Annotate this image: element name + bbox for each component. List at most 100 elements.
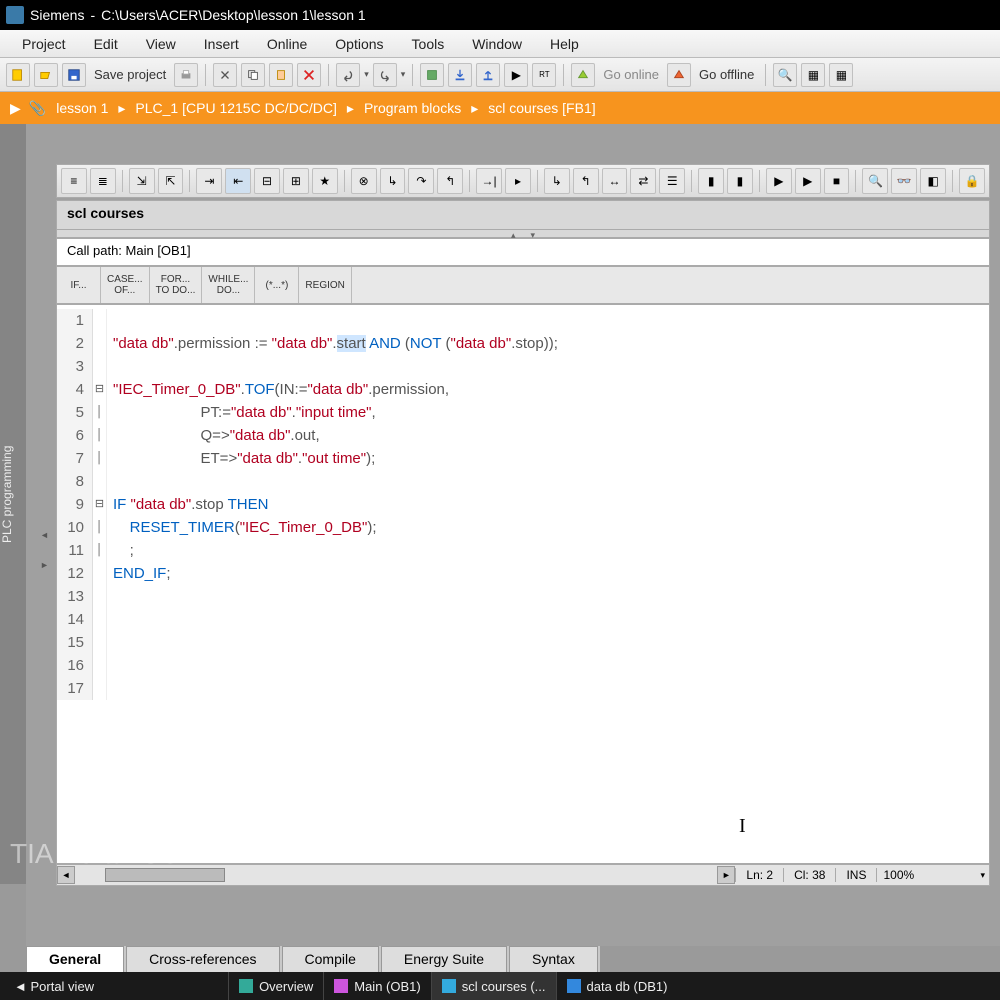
- red-flag-button[interactable]: ▮: [698, 168, 724, 194]
- menu-edit[interactable]: Edit: [80, 32, 132, 56]
- doc-tab[interactable]: Overview: [228, 972, 323, 1000]
- outdent-button[interactable]: ⇤: [225, 168, 251, 194]
- bookmark-button[interactable]: ★: [312, 168, 338, 194]
- snippet-for[interactable]: FOR...TO DO...: [150, 267, 203, 303]
- cut-button[interactable]: [213, 63, 237, 87]
- stop-monitor-button[interactable]: ▶: [795, 168, 821, 194]
- code-line[interactable]: 3: [57, 355, 989, 378]
- paste-button[interactable]: [269, 63, 293, 87]
- continue-button[interactable]: ▸: [505, 168, 531, 194]
- import-button[interactable]: ⇱: [158, 168, 184, 194]
- go-online-icon[interactable]: [571, 63, 595, 87]
- breadcrumb-item[interactable]: scl courses [FB1]: [488, 100, 595, 116]
- menu-project[interactable]: Project: [8, 32, 80, 56]
- go-online-label[interactable]: Go online: [599, 67, 663, 82]
- collapse-button[interactable]: ⊟: [254, 168, 280, 194]
- menu-options[interactable]: Options: [321, 32, 397, 56]
- start-sim-button[interactable]: ▶: [504, 63, 528, 87]
- download-button[interactable]: [448, 63, 472, 87]
- search-button[interactable]: 🔍: [862, 168, 888, 194]
- code-line[interactable]: 7│ ET=>"data db"."out time");: [57, 447, 989, 470]
- code-line[interactable]: 14: [57, 608, 989, 631]
- blue-flag-button[interactable]: ▮: [727, 168, 753, 194]
- horizontal-scrollbar[interactable]: ◄ ►: [57, 866, 735, 884]
- snippet-if[interactable]: IF...: [57, 267, 101, 303]
- code-line[interactable]: 9⊟IF "data db".stop THEN: [57, 493, 989, 516]
- toggle-view-button[interactable]: ☰: [659, 168, 685, 194]
- code-line[interactable]: 4⊟"IEC_Timer_0_DB".TOF(IN:="data db".per…: [57, 378, 989, 401]
- doc-tab[interactable]: Main (OB1): [323, 972, 430, 1000]
- cpu-button[interactable]: ▦: [801, 63, 825, 87]
- menu-window[interactable]: Window: [458, 32, 536, 56]
- goto-button[interactable]: ↔: [602, 168, 628, 194]
- code-line[interactable]: 10│ RESET_TIMER("IEC_Timer_0_DB");: [57, 516, 989, 539]
- accessible-devices-button[interactable]: 🔍: [773, 63, 797, 87]
- delete-button[interactable]: [297, 63, 321, 87]
- pin-icon[interactable]: 📎: [29, 100, 46, 117]
- menu-view[interactable]: View: [132, 32, 190, 56]
- snippet-[interactable]: (*...*): [255, 267, 299, 303]
- branch-in-button[interactable]: ↳: [544, 168, 570, 194]
- doc-tab[interactable]: scl courses (...: [431, 972, 556, 1000]
- code-line[interactable]: 16: [57, 654, 989, 677]
- open-project-button[interactable]: [34, 63, 58, 87]
- code-editor[interactable]: 12"data db".permission := "data db".star…: [56, 304, 990, 864]
- left-rail[interactable]: PLC programming: [0, 124, 26, 884]
- code-line[interactable]: 5│ PT:="data db"."input time",: [57, 401, 989, 424]
- doc-tab[interactable]: data db (DB1): [556, 972, 678, 1000]
- monitor-button[interactable]: ▶: [766, 168, 792, 194]
- breadcrumb-item[interactable]: lesson 1: [56, 100, 108, 116]
- bottom-tab-compile[interactable]: Compile: [282, 946, 379, 974]
- insert-row-button[interactable]: ≣: [90, 168, 116, 194]
- code-line[interactable]: 8: [57, 470, 989, 493]
- indent-button[interactable]: ⇥: [196, 168, 222, 194]
- code-line[interactable]: 1: [57, 309, 989, 332]
- new-project-button[interactable]: [6, 63, 30, 87]
- expand-button[interactable]: ⊞: [283, 168, 309, 194]
- menu-help[interactable]: Help: [536, 32, 593, 56]
- copy-button[interactable]: [241, 63, 265, 87]
- undo-button[interactable]: [336, 63, 360, 87]
- bottom-tab-syntax[interactable]: Syntax: [509, 946, 598, 974]
- hmi-button[interactable]: ▦: [829, 63, 853, 87]
- lock-button[interactable]: 🔒: [959, 168, 985, 194]
- code-line[interactable]: 17: [57, 677, 989, 700]
- breadcrumb-item[interactable]: PLC_1 [CPU 1215C DC/DC/DC]: [135, 100, 337, 116]
- stop-button[interactable]: ■: [824, 168, 850, 194]
- menu-online[interactable]: Online: [253, 32, 321, 56]
- run-to-button[interactable]: →|: [476, 168, 502, 194]
- portal-view-button[interactable]: ◄ Portal view: [0, 979, 108, 994]
- go-offline-icon[interactable]: [667, 63, 691, 87]
- bottom-tab-general[interactable]: General: [26, 946, 124, 974]
- code-line[interactable]: 12END_IF;: [57, 562, 989, 585]
- breadcrumb-nav-icon[interactable]: ▶: [10, 100, 21, 117]
- zoom-select[interactable]: 100%: [876, 868, 976, 882]
- code-line[interactable]: 13: [57, 585, 989, 608]
- go-offline-label[interactable]: Go offline: [695, 67, 758, 82]
- step-out-button[interactable]: ↰: [437, 168, 463, 194]
- breadcrumb-item[interactable]: Program blocks: [364, 100, 461, 116]
- snippet-region[interactable]: REGION: [299, 267, 351, 303]
- find-button[interactable]: ⇄: [630, 168, 656, 194]
- step-over-button[interactable]: ↷: [408, 168, 434, 194]
- code-line[interactable]: 11│ ;: [57, 539, 989, 562]
- compile-button[interactable]: [420, 63, 444, 87]
- print-button[interactable]: [174, 63, 198, 87]
- redo-button[interactable]: [373, 63, 397, 87]
- code-line[interactable]: 6│ Q=>"data db".out,: [57, 424, 989, 447]
- start-runtime-button[interactable]: RT: [532, 63, 556, 87]
- code-line[interactable]: 2"data db".permission := "data db".start…: [57, 332, 989, 355]
- menu-tools[interactable]: Tools: [398, 32, 459, 56]
- splitter-grip[interactable]: [40, 530, 50, 580]
- snippet-case[interactable]: CASE...OF...: [101, 267, 150, 303]
- save-button[interactable]: [62, 63, 86, 87]
- menu-insert[interactable]: Insert: [190, 32, 253, 56]
- bottom-tab-energy-suite[interactable]: Energy Suite: [381, 946, 507, 974]
- save-project-label[interactable]: Save project: [90, 67, 170, 82]
- upload-button[interactable]: [476, 63, 500, 87]
- tag-button[interactable]: ◧: [920, 168, 946, 194]
- break-all-button[interactable]: ⊗: [351, 168, 377, 194]
- split-handle[interactable]: ▴ ▾: [56, 230, 990, 238]
- code-line[interactable]: 15: [57, 631, 989, 654]
- insert-network-button[interactable]: ≡: [61, 168, 87, 194]
